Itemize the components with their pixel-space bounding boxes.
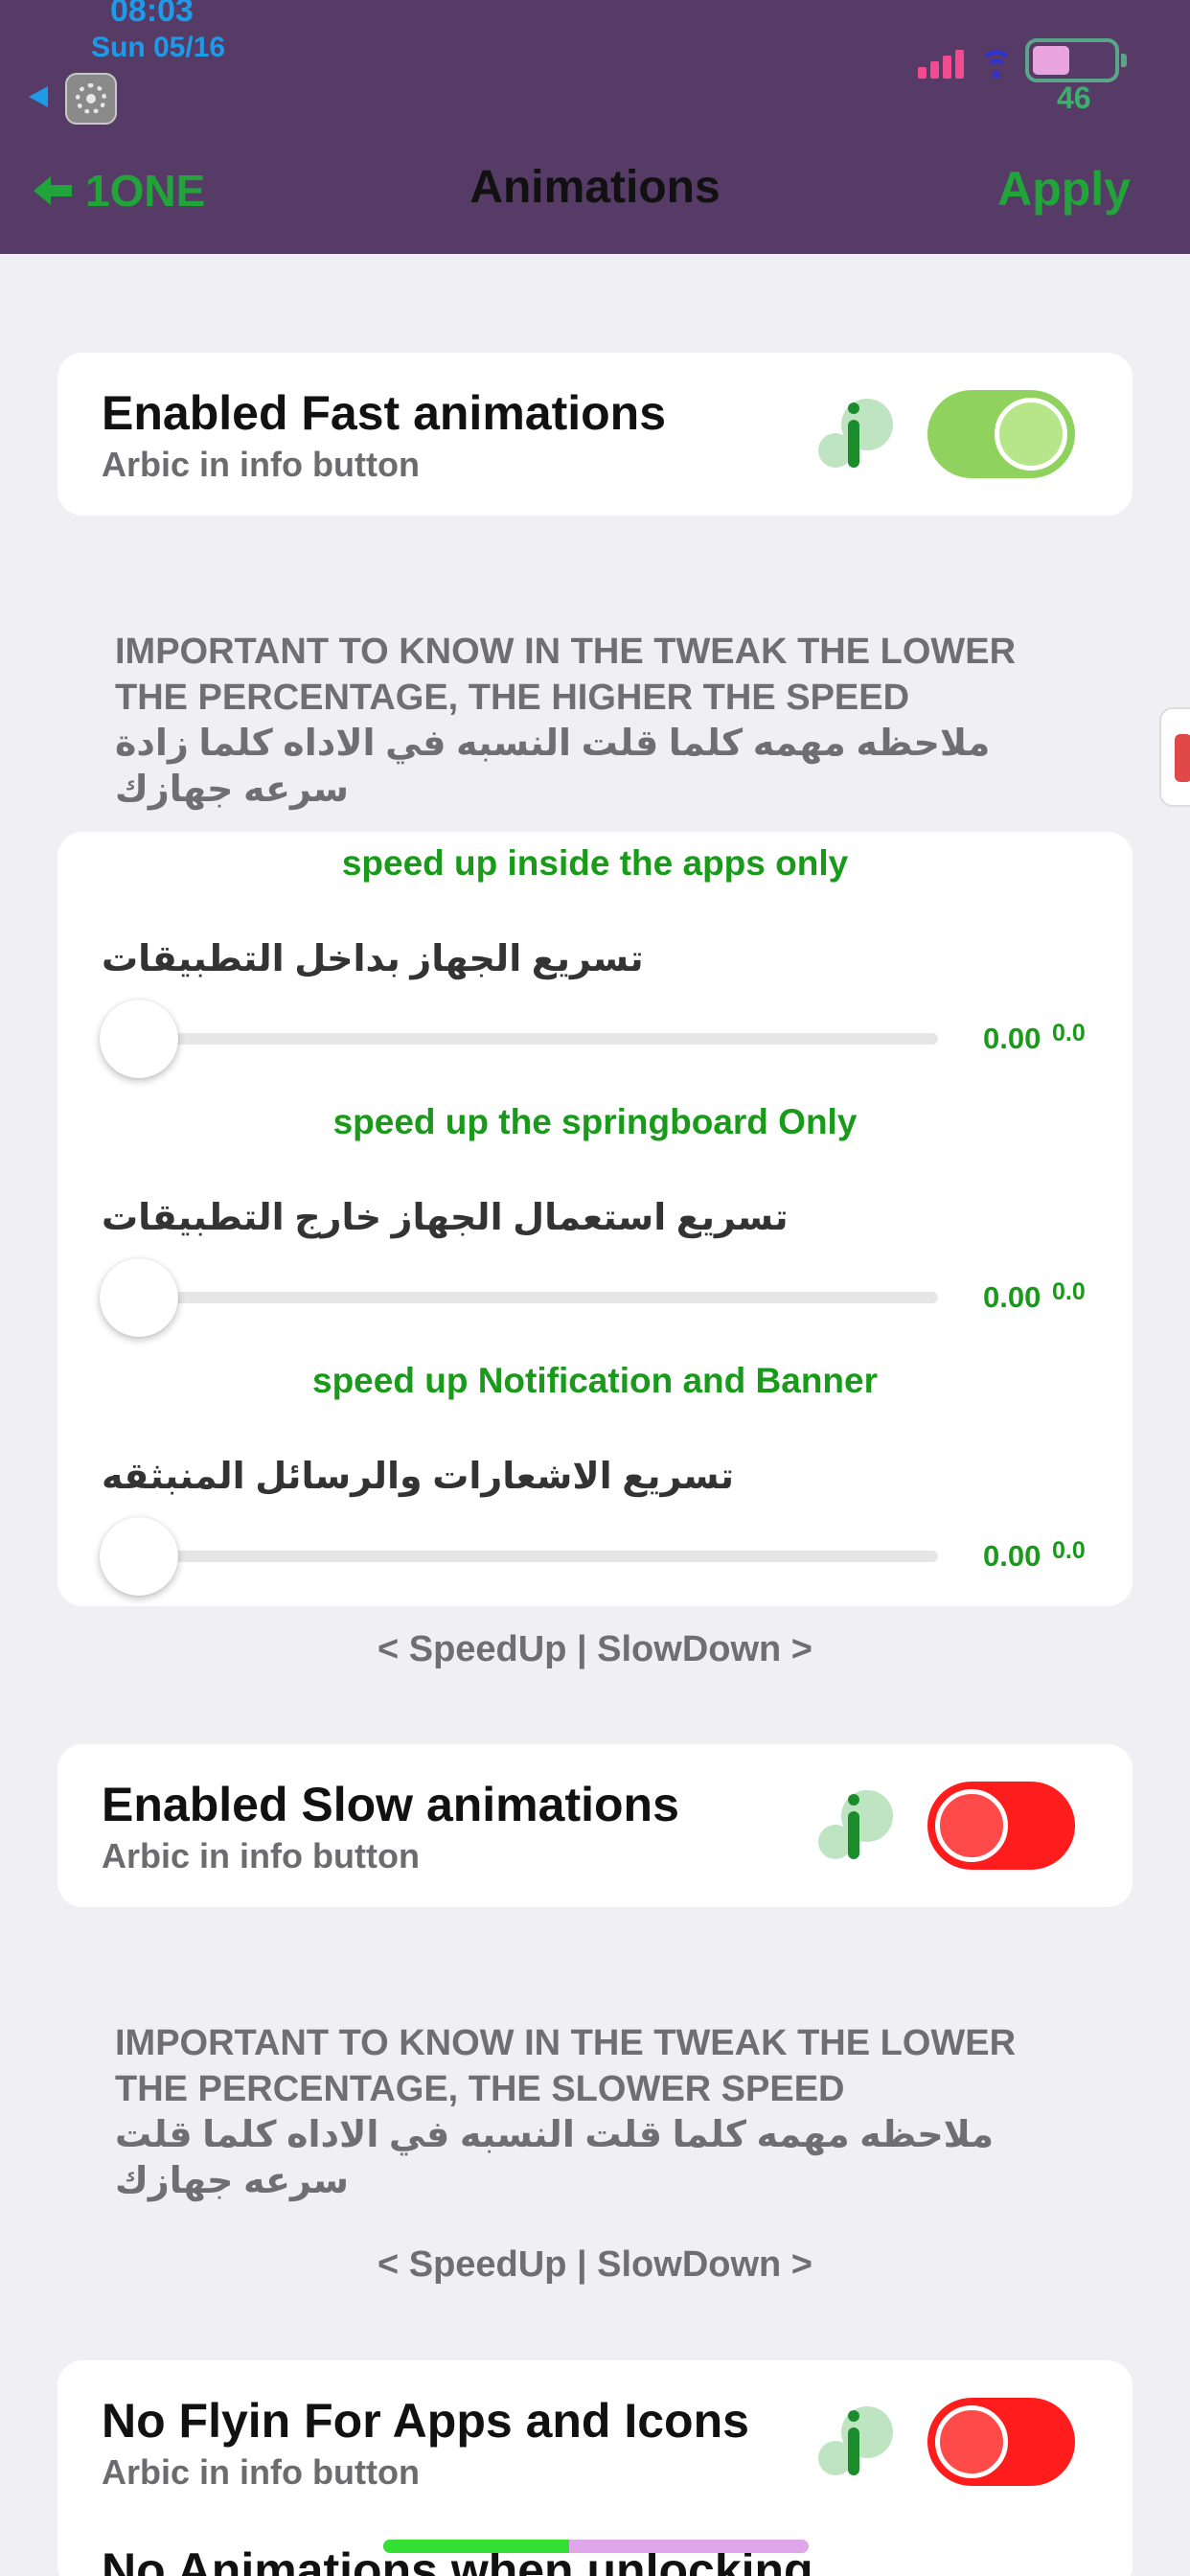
info-icon[interactable] xyxy=(818,2406,895,2483)
slow-animations-note: IMPORTANT TO KNOW IN THE TWEAK THE LOWER… xyxy=(115,2020,1073,2204)
wifi-icon xyxy=(977,48,1016,80)
slow-animations-subtitle: Arbic in info button xyxy=(102,1836,420,1875)
slow-animations-title: Enabled Slow animations xyxy=(102,1778,679,1831)
home-indicator xyxy=(383,2540,809,2553)
slider-value-small: 0.0 xyxy=(1052,1537,1086,1564)
no-flyin-subtitle: Arbic in info button xyxy=(102,2452,420,2492)
fast-animations-subtitle: Arbic in info button xyxy=(102,445,420,484)
back-triangle-icon[interactable] xyxy=(29,86,48,107)
slider-value: 0.00 xyxy=(983,1280,1041,1314)
info-icon[interactable] xyxy=(818,1790,895,1867)
status-date: Sun 05/16 xyxy=(91,32,226,63)
gear-icon xyxy=(76,83,106,114)
signal-bars-icon xyxy=(918,48,968,79)
no-flyin-toggle[interactable] xyxy=(927,2398,1075,2486)
speed-direction-note: < SpeedUp | SlowDown > xyxy=(377,2244,813,2285)
info-icon[interactable] xyxy=(818,399,895,475)
apply-button[interactable]: Apply xyxy=(997,161,1131,217)
note-line-1: IMPORTANT TO KNOW IN THE TWEAK THE LOWER xyxy=(115,2023,1017,2063)
slider-heading: speed up inside the apps only xyxy=(341,843,849,883)
slider-label: تسريع الاشعارات والرسائل المنبثقه xyxy=(102,1457,735,1497)
slider-value: 0.00 xyxy=(983,1022,1041,1055)
edge-tab[interactable] xyxy=(1159,707,1190,807)
slider-heading: speed up Notification and Banner xyxy=(312,1361,878,1400)
slider-label: تسريع الجهاز بداخل التطبيقات xyxy=(102,939,644,979)
slider-value: 0.00 xyxy=(983,1539,1041,1573)
fast-animations-cell: Enabled Fast animations Arbic in info bu… xyxy=(57,353,1133,516)
toggle-knob xyxy=(935,1789,1008,1862)
speed-slider-apps[interactable] xyxy=(102,1033,938,1045)
speed-slider-springboard[interactable] xyxy=(102,1292,938,1303)
fast-animations-note: IMPORTANT TO KNOW IN THE TWEAK THE LOWER… xyxy=(115,629,1073,813)
toggle-knob xyxy=(935,2405,1008,2478)
note-line-2: THE PERCENTAGE, THE HIGHER THE SPEED xyxy=(115,678,910,718)
status-bar: 08:03 Sun 05/16 46 1ONE Animations Apply xyxy=(0,0,1190,254)
slider-label: تسريع استعمال الجهاز خارج التطبيقات xyxy=(102,1198,789,1238)
note-line-1: IMPORTANT TO KNOW IN THE TWEAK THE LOWER xyxy=(115,632,1017,672)
slider-value-small: 0.0 xyxy=(1052,1020,1086,1046)
slider-thumb[interactable] xyxy=(100,1517,178,1596)
toggle-knob xyxy=(995,398,1067,471)
settings-app-icon[interactable] xyxy=(65,73,117,125)
speed-direction-note: < SpeedUp | SlowDown > xyxy=(377,1629,813,1669)
note-line-4: سرعه جهازك xyxy=(115,2161,350,2201)
slider-value-small: 0.0 xyxy=(1052,1278,1086,1305)
note-line-3: ملاحظه مهمه كلما قلت النسبه في الاداه كل… xyxy=(115,724,991,764)
speed-sliders-card: speed up inside the apps only تسريع الجه… xyxy=(57,832,1133,1606)
battery-percent: 46 xyxy=(1057,80,1091,115)
fast-animations-title: Enabled Fast animations xyxy=(102,386,667,440)
fast-animations-toggle[interactable] xyxy=(927,390,1075,478)
status-time: 08:03 xyxy=(110,0,194,29)
slider-thumb[interactable] xyxy=(100,1258,178,1337)
battery-fill xyxy=(1033,46,1069,75)
slow-animations-cell: Enabled Slow animations Arbic in info bu… xyxy=(57,1744,1133,1907)
slider-heading: speed up the springboard Only xyxy=(332,1102,858,1141)
note-line-4: سرعه جهازك xyxy=(115,770,350,810)
note-line-2: THE PERCENTAGE, THE SLOWER SPEED xyxy=(115,2069,845,2109)
no-flyin-title: No Flyin For Apps and Icons xyxy=(102,2394,749,2448)
note-line-3: ملاحظه مهمه كلما قلت النسبه في الاداه كل… xyxy=(115,2115,995,2155)
speed-slider-notifications[interactable] xyxy=(102,1551,938,1562)
slow-animations-toggle[interactable] xyxy=(927,1782,1075,1870)
battery-icon xyxy=(1025,38,1127,82)
slider-thumb[interactable] xyxy=(100,1000,178,1078)
